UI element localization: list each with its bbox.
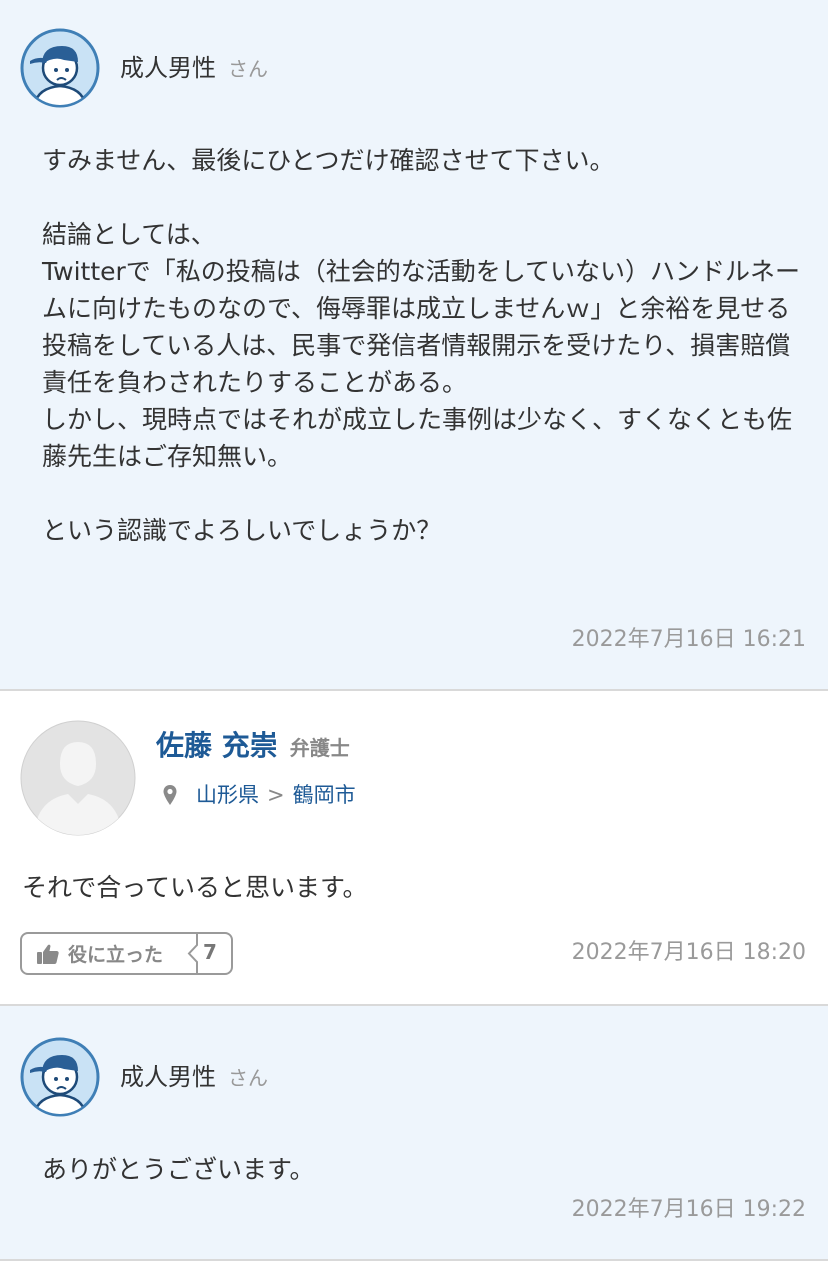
default-avatar-icon[interactable] — [20, 720, 136, 836]
user-avatar-icon — [20, 1037, 100, 1117]
answer-timestamp: 2022年7月16日 18:20 — [571, 940, 806, 965]
author-name: 成人男性 さん — [120, 53, 268, 84]
user-avatar-icon — [20, 28, 100, 108]
answer-body: それで合っていると思います。 — [22, 873, 368, 902]
post-timestamp: 2022年7月16日 16:21 — [571, 627, 806, 652]
location-separator: > — [267, 783, 285, 807]
post-body: ありがとうございます。 — [42, 1155, 315, 1184]
location-pin-icon — [163, 785, 177, 805]
user-post: 成人男性 さん ありがとうございます。 2022年7月16日 19:22 — [0, 1006, 828, 1259]
author-name-text: 成人男性 — [120, 54, 216, 82]
author-name: 成人男性 さん — [120, 1062, 268, 1093]
thumbs-up-icon — [37, 944, 59, 964]
honorific-suffix: さん — [228, 1066, 268, 1090]
divider — [0, 1259, 828, 1261]
honorific-suffix: さん — [228, 57, 268, 81]
helpful-button[interactable]: 役に立った 7 — [20, 932, 233, 975]
author-name-text: 成人男性 — [120, 1063, 216, 1091]
post-timestamp: 2022年7月16日 19:22 — [571, 1197, 806, 1222]
location: 山形県 > 鶴岡市 — [162, 780, 356, 810]
lawyer-name-link[interactable]: 佐藤 充崇 — [156, 729, 278, 762]
user-post: 成人男性 さん すみません、最後にひとつだけ確認させて下さい。 結論としては、 T… — [0, 0, 828, 689]
prefecture-link[interactable]: 山形県 — [196, 780, 259, 810]
helpful-label: 役に立った — [68, 944, 164, 966]
city-link[interactable]: 鶴岡市 — [293, 780, 356, 810]
lawyer-title: 弁護士 — [289, 736, 350, 760]
post-body: すみません、最後にひとつだけ確認させて下さい。 結論としては、 Twitterで… — [42, 146, 801, 545]
count-pointer — [187, 932, 198, 975]
lawyer-name: 佐藤 充崇 弁護士 — [156, 728, 350, 766]
helpful-count: 7 — [203, 940, 217, 964]
